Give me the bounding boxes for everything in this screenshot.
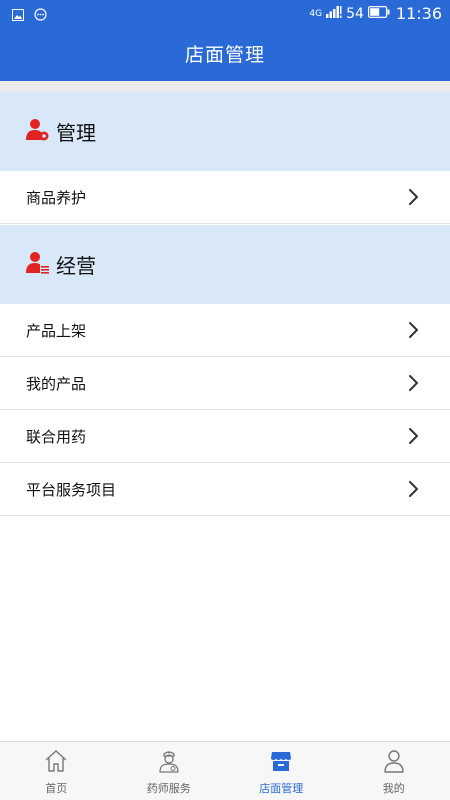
- section-header-operation: 经营: [0, 225, 450, 304]
- status-right: 4G 54 11:36: [309, 4, 442, 23]
- user-list-icon: [26, 251, 50, 279]
- home-icon: [44, 749, 68, 777]
- tab-label: 店面管理: [259, 782, 304, 795]
- pharmacist-icon: [157, 749, 181, 777]
- bottom-tab-bar: 首页 药师服务 店面管理 我的: [0, 741, 450, 800]
- nav-bar: 店面管理: [0, 26, 450, 81]
- page-title: 店面管理: [184, 44, 265, 66]
- chevron-right-icon: [404, 320, 424, 340]
- menu-item-platform-services[interactable]: 平台服务项目: [0, 463, 450, 516]
- status-bar: 4G 54 11:36: [0, 0, 450, 26]
- image-notification-icon: [12, 6, 24, 25]
- tab-mine[interactable]: 我的: [338, 742, 450, 800]
- message-notification-icon: [34, 6, 47, 25]
- battery-icon: [367, 5, 390, 22]
- status-left: [12, 6, 47, 25]
- tab-label: 首页: [45, 782, 68, 795]
- clock: 11:36: [395, 4, 442, 23]
- menu-item-label: 商品养护: [26, 188, 87, 207]
- profile-icon: [382, 749, 406, 777]
- menu-item-label: 产品上架: [26, 321, 87, 340]
- tab-label: 我的: [382, 782, 405, 795]
- chevron-right-icon: [404, 187, 424, 207]
- store-icon: [269, 749, 293, 777]
- section-header-manage: 管理: [0, 92, 450, 171]
- tab-pharmacist-service[interactable]: 药师服务: [113, 742, 226, 800]
- menu-item-product-listing[interactable]: 产品上架: [0, 304, 450, 357]
- divider-strip: [0, 81, 450, 92]
- tab-home[interactable]: 首页: [0, 742, 113, 800]
- section-title: 经营: [56, 254, 96, 278]
- menu-item-label: 我的产品: [26, 374, 87, 393]
- network-type: 4G: [309, 8, 323, 19]
- menu-item-product-care[interactable]: 商品养护: [0, 171, 450, 224]
- tab-label: 药师服务: [146, 782, 191, 795]
- chevron-right-icon: [404, 426, 424, 446]
- menu-item-label: 联合用药: [26, 427, 87, 446]
- chevron-right-icon: [404, 373, 424, 393]
- battery-level: 54: [346, 5, 364, 22]
- signal-icon: [326, 5, 342, 22]
- menu-item-my-products[interactable]: 我的产品: [0, 357, 450, 410]
- chevron-right-icon: [404, 479, 424, 499]
- user-gear-icon: [26, 118, 50, 146]
- section-title: 管理: [56, 121, 96, 145]
- menu-item-combined-medication[interactable]: 联合用药: [0, 410, 450, 463]
- tab-store-management[interactable]: 店面管理: [225, 742, 338, 800]
- menu-item-label: 平台服务项目: [26, 480, 117, 499]
